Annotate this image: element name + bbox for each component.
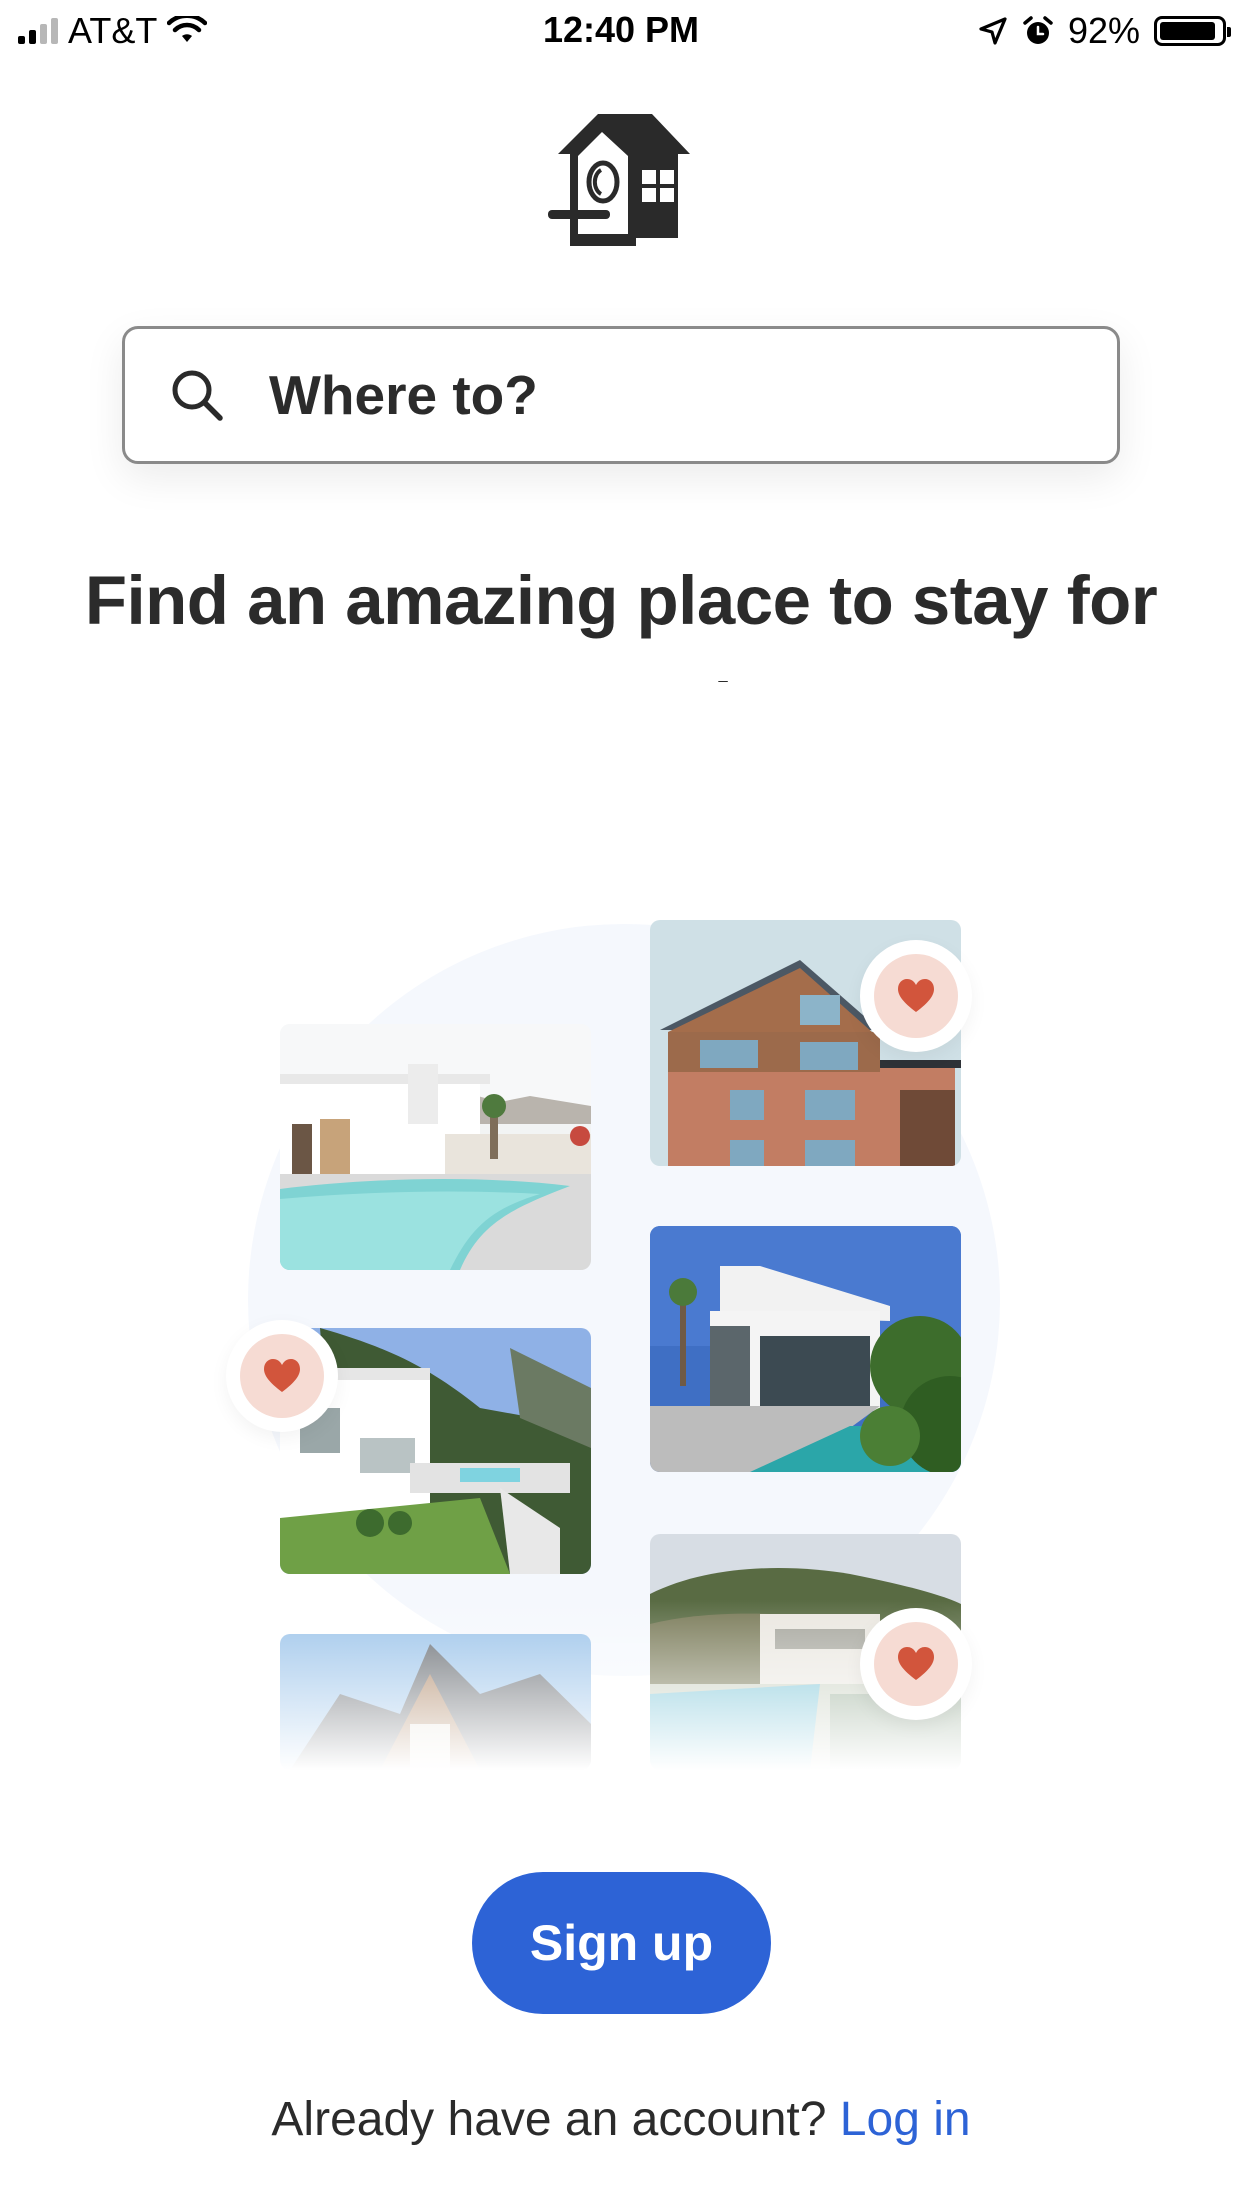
headline-container: Find an amazing place to stay for every … xyxy=(0,548,1242,682)
pool-villa-photo xyxy=(280,1024,591,1270)
page-title: Find an amazing place to stay for every … xyxy=(84,562,1158,682)
status-right: 92% xyxy=(978,10,1231,52)
status-bar: AT&T 12:40 PM 92% xyxy=(0,0,1242,62)
search-icon xyxy=(172,370,223,421)
favorite-button[interactable] xyxy=(860,940,972,1052)
login-prompt-text: Already have an account? xyxy=(271,2093,827,2146)
login-prompt-line: Already have an account? Log in xyxy=(0,2092,1242,2147)
alarm-icon xyxy=(1023,16,1053,44)
favorite-heart-container xyxy=(240,1334,324,1418)
battery-percent: 92% xyxy=(1067,10,1140,51)
modern-villa-photo xyxy=(650,1226,961,1472)
listing-collage xyxy=(0,900,1242,1770)
favorite-heart-container xyxy=(874,1622,958,1706)
favorite-button[interactable] xyxy=(226,1320,338,1432)
gabled-house-photo xyxy=(280,1634,591,1770)
signup-button[interactable]: Sign up xyxy=(472,1872,771,2014)
search-placeholder: Where to? xyxy=(269,364,538,426)
heart-icon xyxy=(264,1359,300,1392)
favorite-heart-container xyxy=(874,954,958,1038)
heart-icon xyxy=(898,979,934,1012)
battery-icon xyxy=(1154,16,1231,46)
house-logo-icon xyxy=(548,114,690,246)
heart-icon xyxy=(898,1647,934,1680)
search-input[interactable]: Where to? xyxy=(122,326,1120,464)
location-arrow-icon xyxy=(979,17,1007,45)
favorite-button[interactable] xyxy=(860,1608,972,1720)
login-link[interactable]: Log in xyxy=(840,2093,971,2146)
